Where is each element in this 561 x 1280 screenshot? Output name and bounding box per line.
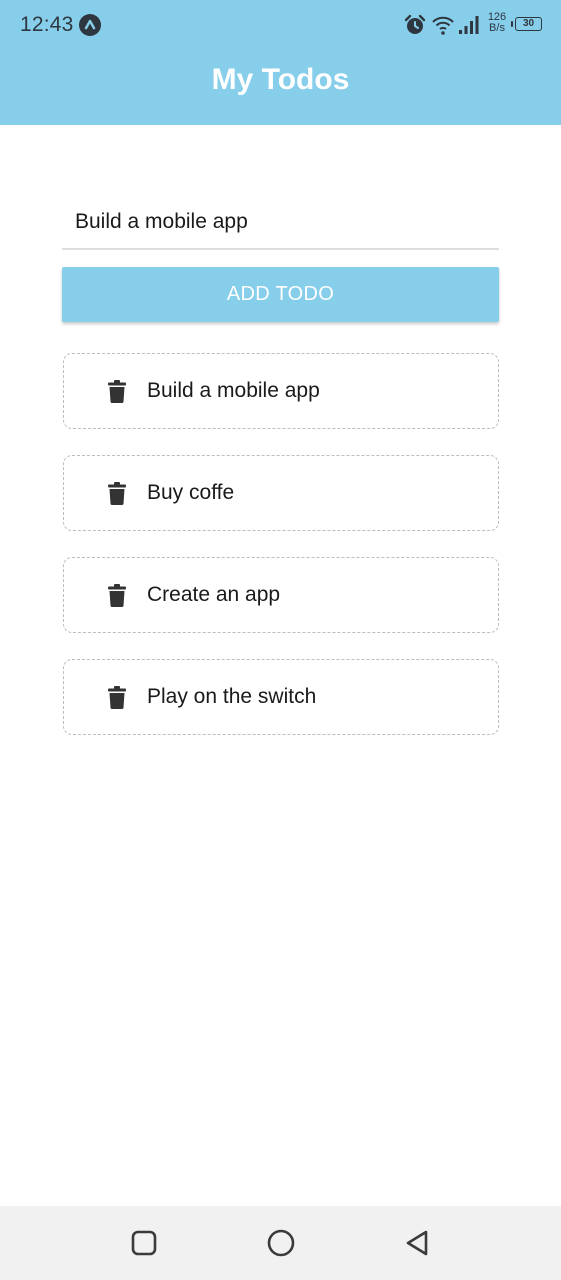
home-icon[interactable]: [266, 1228, 296, 1258]
todo-input[interactable]: [62, 196, 499, 250]
app-header: 12:43 126 B/s 30 My Todos: [0, 0, 561, 125]
todo-item: Play on the switch: [63, 659, 499, 735]
todo-item: Create an app: [63, 557, 499, 633]
trash-icon[interactable]: [108, 686, 126, 709]
trash-icon[interactable]: [108, 584, 126, 607]
system-nav-bar: [0, 1206, 561, 1280]
status-time: 12:43: [20, 13, 74, 36]
page-title: My Todos: [211, 63, 350, 96]
recents-icon[interactable]: [129, 1228, 159, 1258]
todo-list: Build a mobile app Buy coffe Create an a…: [63, 353, 499, 761]
trash-icon[interactable]: [108, 380, 126, 403]
app-notification-icon: [79, 14, 101, 36]
todo-item: Build a mobile app: [63, 353, 499, 429]
alarm-icon: [404, 14, 426, 34]
signal-icon: [459, 16, 479, 34]
battery-icon: 30: [515, 17, 542, 31]
trash-icon[interactable]: [108, 482, 126, 505]
network-speed-unit: B/s: [489, 22, 505, 34]
battery-tip: [511, 21, 513, 27]
todo-text: Build a mobile app: [147, 379, 320, 402]
todo-text: Buy coffe: [147, 481, 235, 504]
wifi-icon: [432, 16, 454, 35]
status-bar: 12:43 126 B/s 30: [0, 0, 561, 50]
todo-item: Buy coffe: [63, 455, 499, 531]
todo-text: Create an app: [147, 583, 281, 606]
todo-text: Play on the switch: [147, 685, 317, 708]
network-speed: 126 B/s: [484, 12, 510, 34]
back-icon[interactable]: [402, 1228, 432, 1258]
add-todo-button[interactable]: ADD TODO: [62, 267, 499, 322]
